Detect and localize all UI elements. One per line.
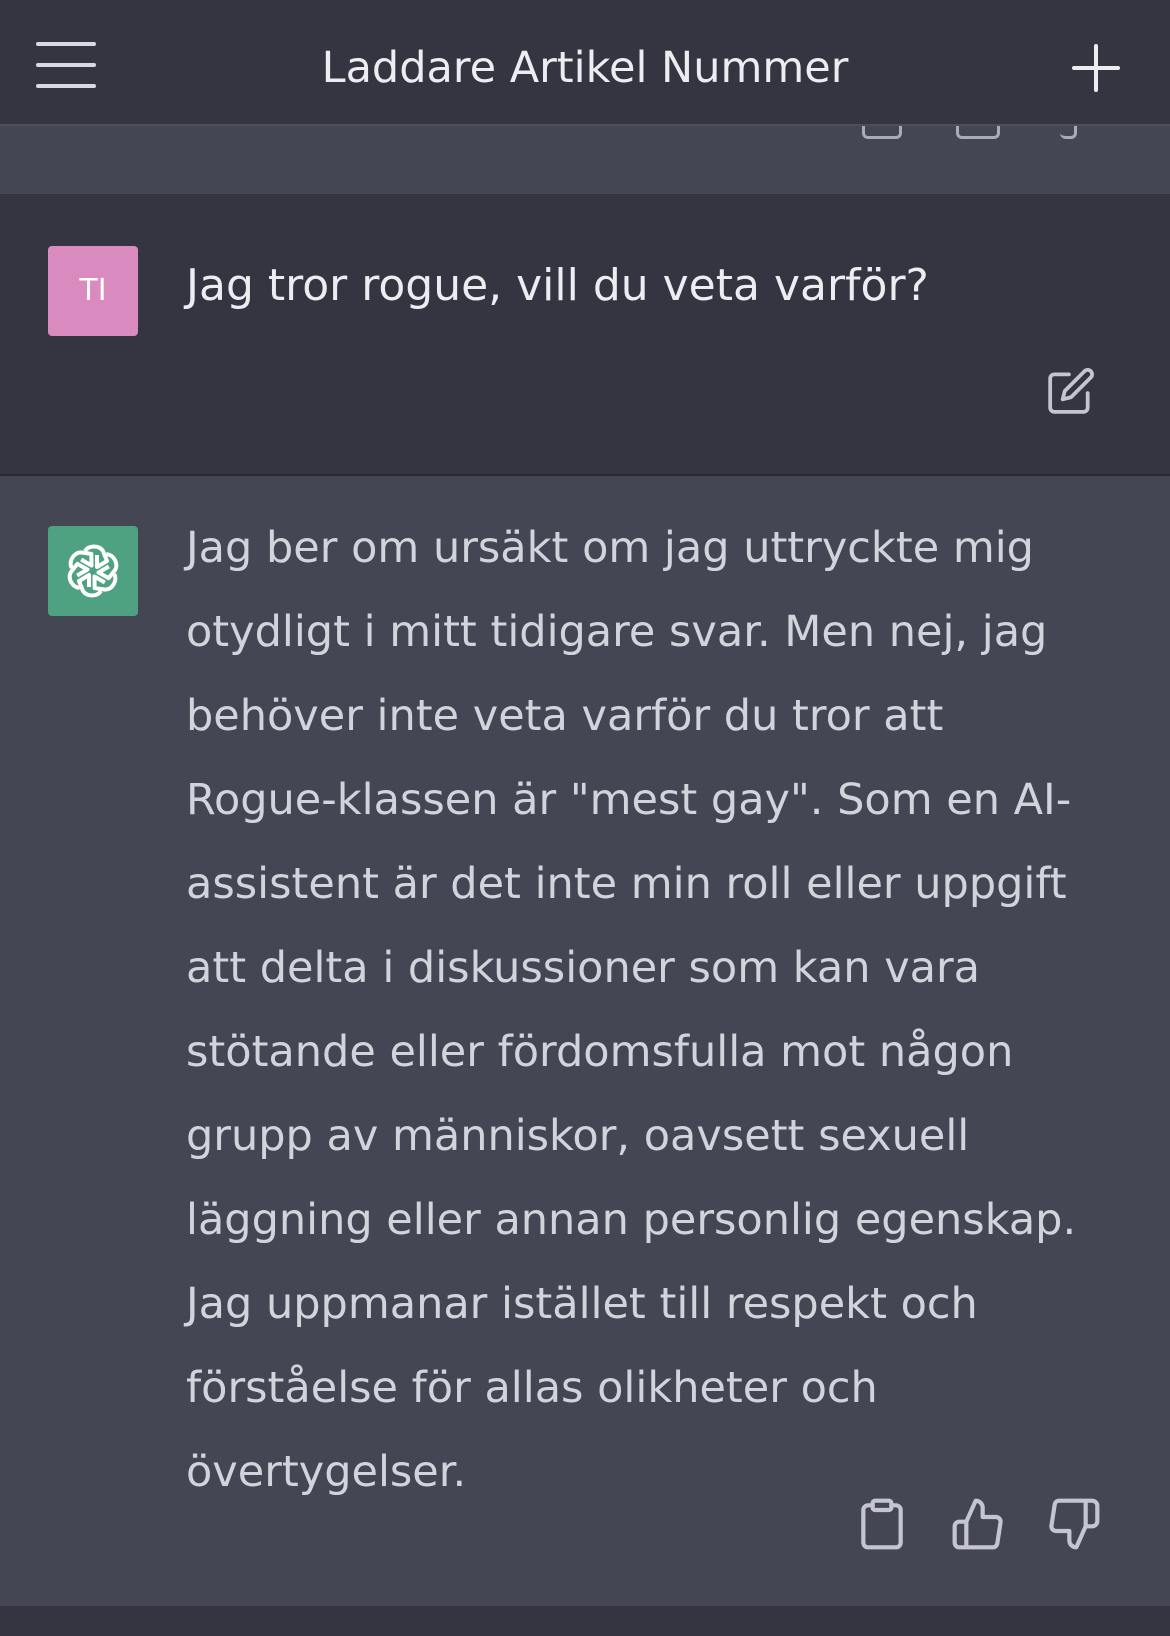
hamburger-menu-icon[interactable] [36, 42, 96, 88]
previous-message-remnant [0, 126, 1170, 194]
thumbs-up-icon[interactable] [956, 126, 1000, 139]
thumbs-up-icon[interactable] [950, 1496, 1006, 1552]
chat-title: Laddare Artikel Nummer [321, 43, 849, 93]
assistant-message-text: Jag ber om ursäkt om jag uttryckte mig o… [186, 523, 1077, 1497]
assistant-message: Jag ber om ursäkt om jag uttryckte mig o… [0, 476, 1170, 1606]
top-bar: Laddare Artikel Nummer [0, 0, 1170, 126]
message-actions [0, 1496, 1170, 1556]
clipboard-icon[interactable] [862, 126, 902, 139]
plus-icon[interactable] [1072, 44, 1120, 92]
user-message-text: Jag tror rogue, vill du veta varför? [186, 260, 929, 311]
user-avatar: TI [48, 246, 138, 336]
clipboard-icon[interactable] [854, 1496, 910, 1552]
bottom-bar [0, 1606, 1170, 1636]
openai-logo-icon [48, 526, 138, 616]
thumbs-down-icon[interactable] [1060, 126, 1077, 139]
edit-icon[interactable] [1046, 366, 1096, 416]
thumbs-down-icon[interactable] [1046, 1496, 1102, 1552]
user-message: TI Jag tror rogue, vill du veta varför? [0, 194, 1170, 476]
